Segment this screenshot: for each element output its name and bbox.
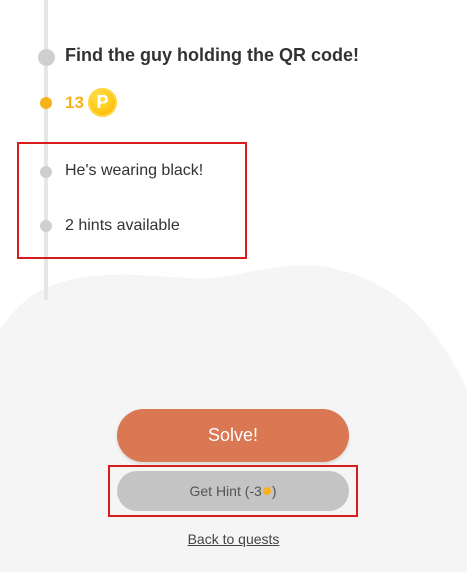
get-hint-button[interactable]: Get Hint (-3) — [117, 471, 349, 511]
coin-icon: P — [88, 88, 117, 117]
hint-text: He's wearing black! — [65, 162, 204, 179]
timeline-dot-hints-available — [40, 220, 52, 232]
coin-count: 13 — [65, 93, 84, 112]
task-title: Find the guy holding the QR code! — [65, 45, 359, 65]
timeline-line — [44, 0, 48, 300]
hints-available-text: 2 hints available — [65, 217, 180, 234]
timeline-dot-hint — [40, 166, 52, 178]
get-hint-label-suffix: ) — [271, 483, 277, 499]
get-hint-label: Get Hint (-3 — [189, 483, 262, 499]
solve-button[interactable]: Solve! — [117, 409, 349, 462]
coin-icon — [262, 487, 271, 496]
back-to-quests-link[interactable]: Back to quests — [0, 531, 467, 547]
timeline-dot-task — [38, 49, 55, 66]
timeline-dot-coins — [40, 97, 52, 109]
